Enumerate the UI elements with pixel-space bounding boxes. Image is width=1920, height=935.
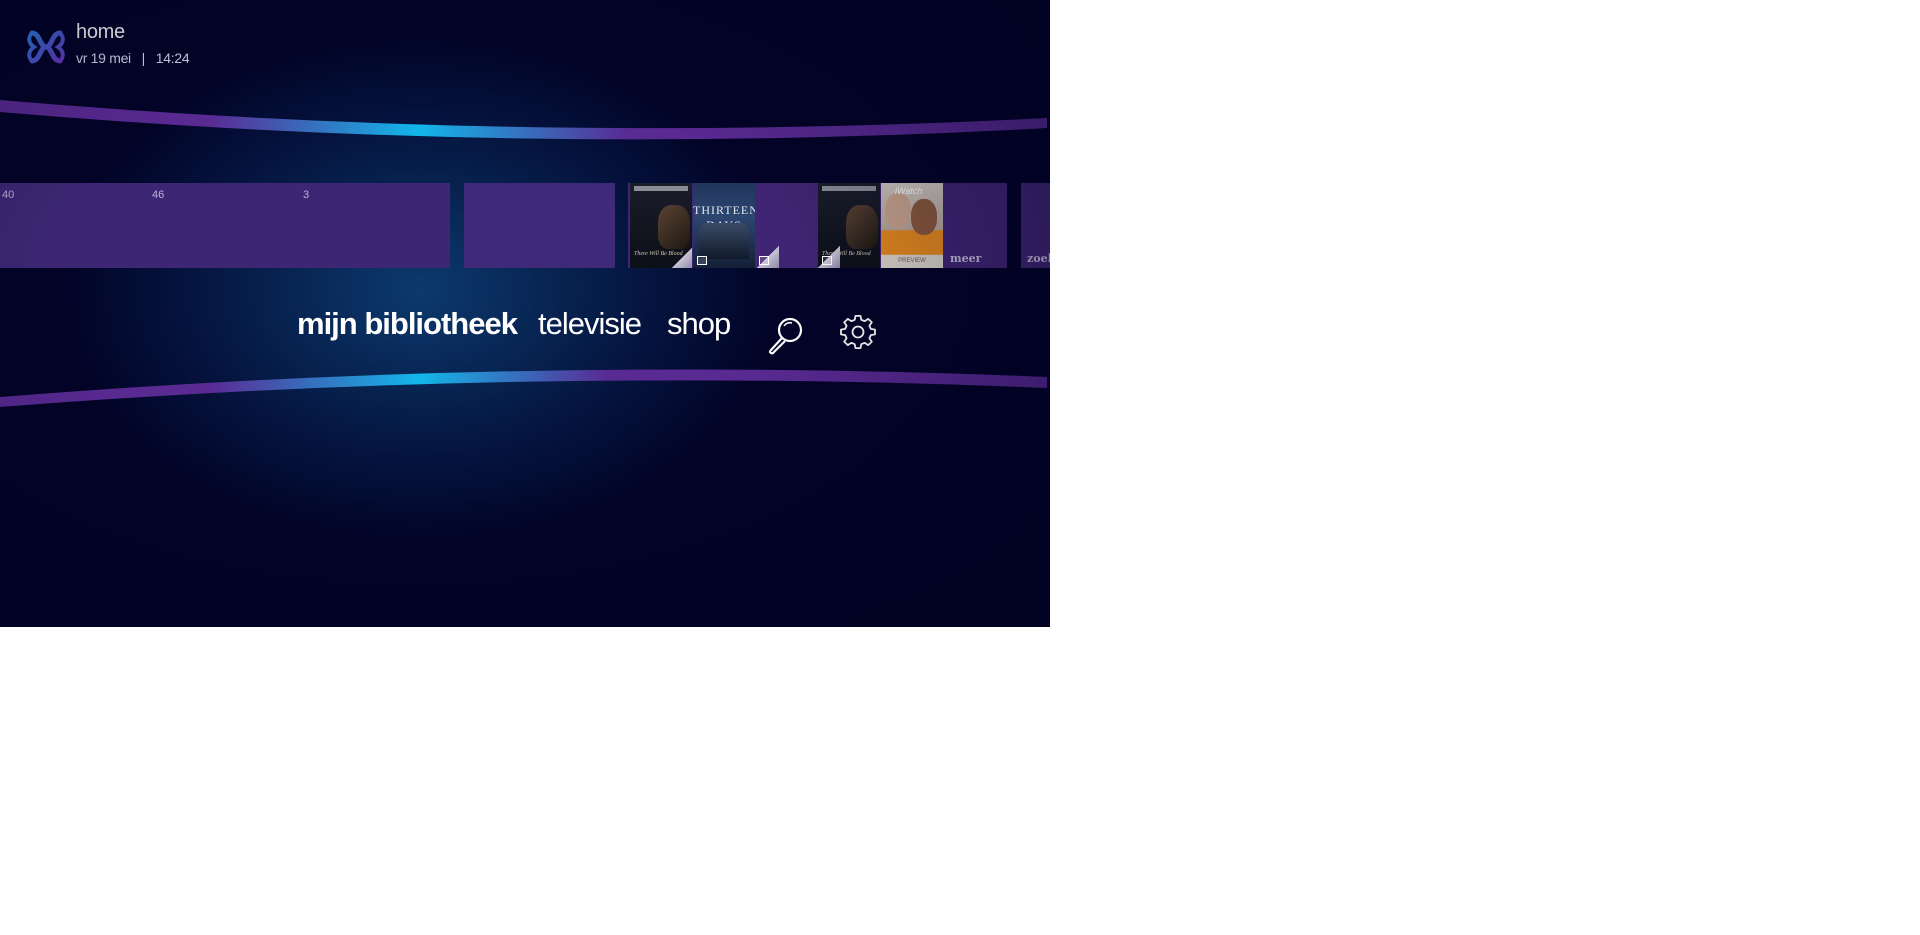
search-tile[interactable]: zoek	[1021, 183, 1050, 268]
empty-tile[interactable]	[464, 183, 615, 268]
page-title: home	[76, 21, 125, 43]
more-label: meer	[950, 252, 982, 265]
tv-home-screen: home vr 19 mei | 14:24 40 46 3 There Wil…	[0, 0, 1050, 627]
rented-movies-tile[interactable]: There Will Be Blood THIRTEEN DAYS	[628, 183, 819, 268]
count-label: 40	[2, 189, 15, 201]
menu-item-mijn-bibliotheek[interactable]: mijn bibliotheek	[297, 306, 518, 342]
date-time: vr 19 mei | 14:24	[76, 50, 190, 66]
preview-badge: PREVIEW	[898, 258, 926, 264]
count-label: 3	[303, 189, 310, 201]
menu-item-televisie[interactable]: televisie	[538, 306, 642, 342]
gear-icon[interactable]	[840, 315, 876, 351]
poster-title: iWatch	[895, 186, 923, 196]
library-counts-tile[interactable]: 40 46 3	[0, 183, 450, 268]
fold-corner-icon	[672, 246, 692, 268]
time-label: 14:24	[155, 50, 190, 66]
decorative-arc-top	[0, 100, 1047, 140]
decorative-arc-bottom	[0, 369, 1047, 407]
poster-there-will-be-blood[interactable]: There Will Be Blood	[818, 183, 880, 268]
poster-iwatch[interactable]: iWatch PREVIEW	[881, 183, 943, 268]
menu-item-shop[interactable]: shop	[667, 306, 731, 342]
count-label: 46	[152, 189, 165, 201]
copy-icon	[822, 256, 832, 265]
poster-thirteen-days[interactable]: THIRTEEN DAYS	[693, 183, 755, 268]
date-separator: |	[141, 50, 146, 66]
search-icon[interactable]	[765, 315, 805, 355]
date-label: vr 19 mei	[76, 50, 131, 66]
copy-icon	[759, 256, 769, 265]
poster-there-will-be-blood[interactable]: There Will Be Blood	[630, 183, 692, 268]
more-tile[interactable]: There Will Be Blood iWatch PREVIEW meer	[818, 183, 1007, 268]
copy-icon	[697, 256, 707, 265]
search-label: zoek	[1027, 252, 1050, 265]
ziggo-logo-icon	[27, 30, 65, 64]
